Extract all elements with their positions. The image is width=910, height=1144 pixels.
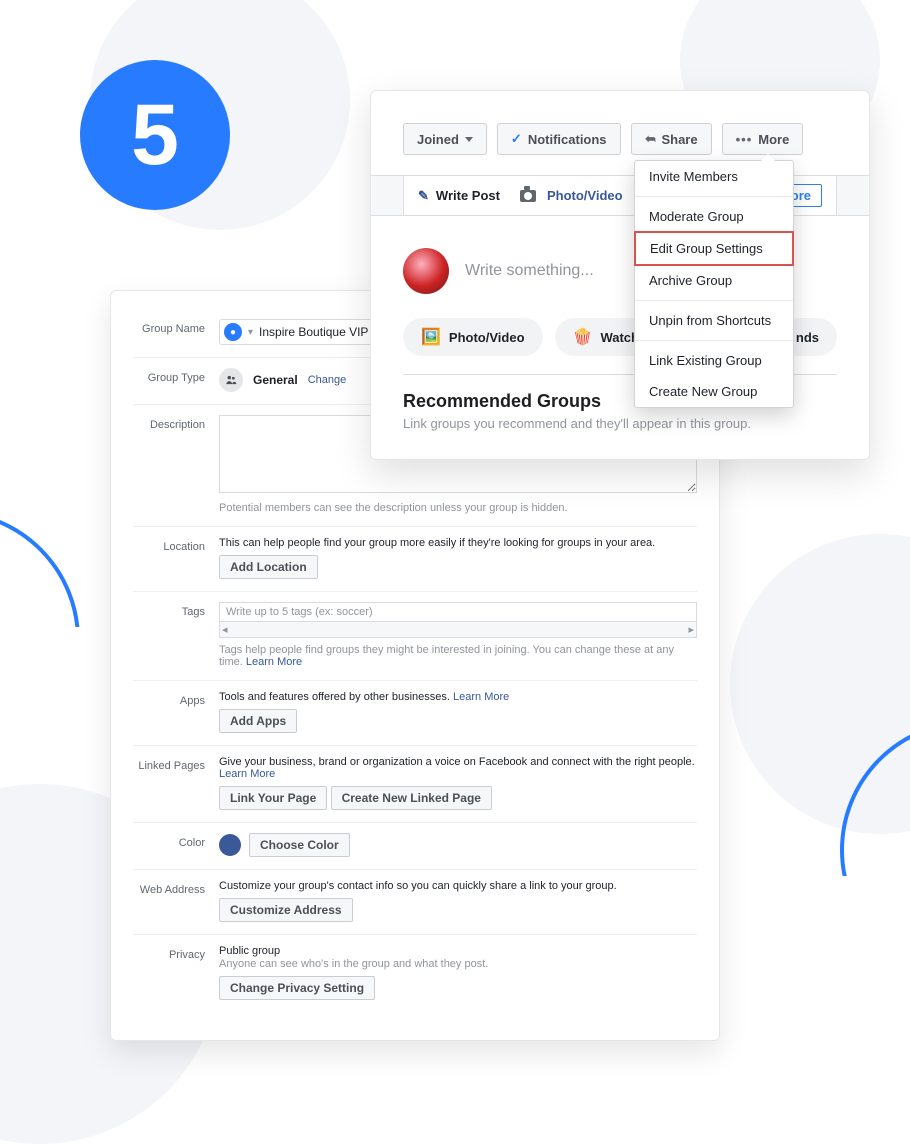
web-text: Customize your group's contact info so y… [219, 880, 697, 892]
description-label: Description [133, 415, 205, 514]
chip-photo-video[interactable]: 🖼️ Photo/Video [403, 318, 543, 356]
group-type-label: Group Type [133, 368, 205, 392]
more-button[interactable]: ••• More [722, 123, 804, 155]
share-button[interactable]: ➦ Share [631, 123, 712, 155]
group-header-card: Joined ✓ Notifications ➦ Share ••• More … [370, 90, 870, 460]
share-icon: ➦ [645, 131, 656, 147]
group-icon: ● [224, 323, 242, 341]
group-name-label: Group Name [133, 319, 205, 345]
linked-label: Linked Pages [133, 756, 205, 810]
color-swatch [219, 834, 241, 856]
tags-label: Tags [133, 602, 205, 668]
privacy-label: Privacy [133, 945, 205, 1000]
description-hint: Potential members can see the descriptio… [219, 502, 697, 514]
privacy-hint: Anyone can see who's in the group and wh… [219, 958, 697, 970]
recommended-desc: Link groups you recommend and they'll ap… [403, 416, 837, 431]
pencil-icon: ✎ [418, 188, 429, 204]
menu-create-new-group[interactable]: Create New Group [635, 376, 793, 407]
change-type-link[interactable]: Change [308, 374, 347, 386]
dots-icon: ••• [736, 132, 753, 147]
apps-label: Apps [133, 691, 205, 733]
apps-text: Tools and features offered by other busi… [219, 691, 450, 703]
tags-input[interactable]: Write up to 5 tags (ex: soccer) [219, 602, 697, 622]
link-page-button[interactable]: Link Your Page [219, 786, 327, 810]
color-label: Color [133, 833, 205, 857]
notifications-button[interactable]: ✓ Notifications [497, 123, 621, 155]
tags-scrollbar[interactable]: ◂▸ [219, 622, 697, 638]
decor-arc [0, 510, 80, 770]
location-label: Location [133, 537, 205, 579]
create-linked-page-button[interactable]: Create New Linked Page [331, 786, 492, 810]
check-icon: ✓ [511, 131, 522, 147]
location-text: This can help people find your group mor… [219, 537, 697, 549]
menu-archive-group[interactable]: Archive Group [635, 265, 793, 296]
tags-hint: Tags help people find groups they might … [219, 644, 697, 668]
privacy-value: Public group [219, 945, 697, 957]
group-type-value: General [253, 373, 298, 387]
chevron-down-icon [465, 137, 473, 142]
camera-icon [520, 190, 536, 202]
photo-video-tab[interactable]: Photo/Video [520, 184, 623, 207]
menu-edit-group-settings[interactable]: Edit Group Settings [634, 231, 794, 266]
group-name-field[interactable]: ● ▾ Inspire Boutique VIP [219, 319, 379, 345]
more-dropdown-menu: Invite Members Moderate Group Edit Group… [634, 160, 794, 408]
user-avatar [403, 248, 449, 294]
add-location-button[interactable]: Add Location [219, 555, 318, 579]
linked-learn-link[interactable]: Learn More [219, 768, 275, 780]
menu-link-existing-group[interactable]: Link Existing Group [635, 345, 793, 376]
group-name-value: Inspire Boutique VIP [259, 325, 368, 339]
popcorn-icon: 🍿 [573, 327, 593, 347]
photo-icon: 🖼️ [421, 327, 441, 347]
linked-text: Give your business, brand or organizatio… [219, 756, 695, 768]
apps-learn-link[interactable]: Learn More [453, 691, 509, 703]
choose-color-button[interactable]: Choose Color [249, 833, 350, 857]
write-post-tab[interactable]: ✎ Write Post [418, 184, 500, 207]
people-icon [219, 368, 243, 392]
menu-invite-members[interactable]: Invite Members [635, 161, 793, 192]
step-number-badge: 5 [80, 60, 230, 210]
customize-address-button[interactable]: Customize Address [219, 898, 353, 922]
caret-icon: ▾ [248, 327, 253, 338]
menu-moderate-group[interactable]: Moderate Group [635, 201, 793, 232]
change-privacy-button[interactable]: Change Privacy Setting [219, 976, 375, 1000]
menu-unpin-shortcuts[interactable]: Unpin from Shortcuts [635, 305, 793, 336]
tags-learn-link[interactable]: Learn More [246, 656, 302, 668]
joined-button[interactable]: Joined [403, 123, 487, 155]
add-apps-button[interactable]: Add Apps [219, 709, 297, 733]
composer-placeholder[interactable]: Write something... [465, 262, 594, 280]
web-label: Web Address [133, 880, 205, 922]
